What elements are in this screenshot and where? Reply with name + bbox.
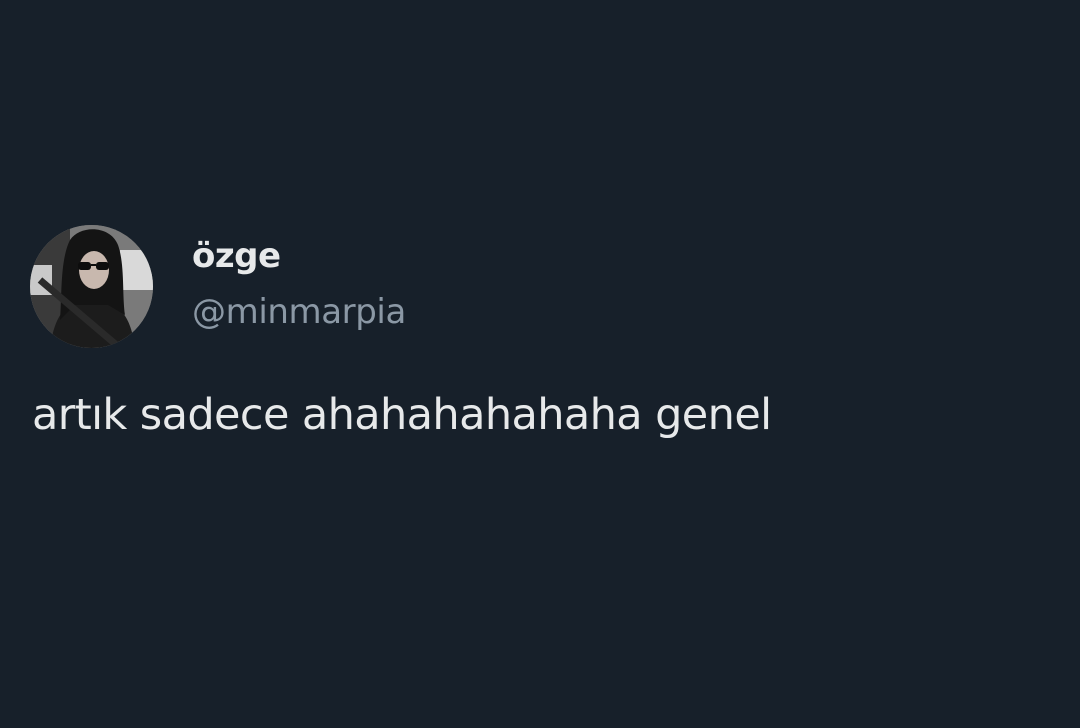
avatar[interactable]	[30, 225, 153, 348]
avatar-photo-icon	[30, 225, 153, 348]
user-handle[interactable]: @minmarpia	[192, 290, 406, 334]
tweet-text: artık sadece ahahahahahaha genel	[32, 390, 772, 440]
tweet-card: özge @minmarpia artık sadece ahahahahaha…	[0, 0, 1080, 728]
display-name[interactable]: özge	[192, 233, 281, 279]
